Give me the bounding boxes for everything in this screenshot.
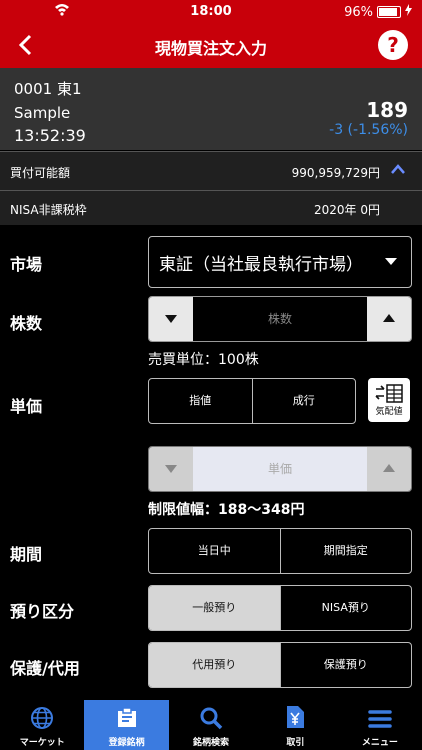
menu-icon xyxy=(338,700,422,730)
stock-name: Sample xyxy=(14,104,71,122)
buying-power-row[interactable]: 買付可能額 990,959,729円 xyxy=(0,151,422,190)
protect-label: 保護/代用 xyxy=(10,659,80,678)
tab-label: メニュー xyxy=(361,738,398,748)
stock-price: 189 xyxy=(366,98,408,122)
nisa-row: NISA非課税枠 2020年 0円 xyxy=(0,190,422,225)
chevron-up-icon[interactable] xyxy=(390,163,406,178)
period-specify-option[interactable]: 期間指定 xyxy=(279,529,412,573)
tab-label: 取引 xyxy=(286,738,305,748)
shares-decrement-button[interactable] xyxy=(149,297,193,341)
quote-board-button[interactable]: 気配値 xyxy=(368,378,410,422)
custody-nisa-option[interactable]: NISA預り xyxy=(279,586,412,630)
nisa-label: NISA非課税枠 xyxy=(10,203,87,217)
stock-quote-panel: 0001 東1 Sample 13:52:39 189 -3 (-1.56%) xyxy=(0,68,422,150)
protect-substitute-option[interactable]: 代用預り xyxy=(149,643,280,687)
period-label: 期間 xyxy=(10,545,43,564)
clipboard-icon xyxy=(84,700,168,730)
triangle-up-icon xyxy=(383,314,395,322)
triangle-down-icon xyxy=(165,315,177,323)
nisa-value: 2020年 0円 xyxy=(314,203,380,217)
stock-code: 0001 東1 xyxy=(14,80,82,98)
limit-order-option[interactable]: 指値 xyxy=(149,379,252,423)
price-increment-button[interactable] xyxy=(367,447,411,491)
battery-percent: 96% xyxy=(344,4,373,20)
custody-general-option[interactable]: 一般預り xyxy=(149,586,280,630)
buying-power-label: 買付可能額 xyxy=(10,166,71,180)
shares-label: 株数 xyxy=(10,314,43,333)
quote-time: 13:52:39 xyxy=(14,126,86,145)
tab-trade[interactable]: 取引 xyxy=(253,700,337,750)
tab-label: 登録銘柄 xyxy=(108,738,145,748)
trade-unit-note: 売買単位：100株 xyxy=(148,352,259,368)
search-icon xyxy=(169,700,253,730)
market-order-option[interactable]: 成行 xyxy=(251,379,356,423)
tab-search[interactable]: 銘柄検索 xyxy=(169,700,253,750)
market-value: 東証（当社最良執行市場） xyxy=(159,255,363,275)
quote-board-icon xyxy=(368,384,410,404)
triangle-up-icon xyxy=(383,464,395,472)
custody-label: 預り区分 xyxy=(10,602,75,621)
tab-label: 銘柄検索 xyxy=(193,738,230,748)
price-decrement-button[interactable] xyxy=(149,447,193,491)
help-button[interactable]: ? xyxy=(378,30,408,60)
triangle-down-icon xyxy=(165,465,177,473)
tab-menu[interactable]: メニュー xyxy=(338,700,422,750)
battery-icon xyxy=(377,6,401,18)
tab-label: マーケット xyxy=(19,738,65,748)
charging-icon xyxy=(405,4,412,20)
price-type-toggle: 指値 成行 xyxy=(148,378,356,424)
price-stepper: 単価 xyxy=(148,446,412,492)
protect-safekeeping-option[interactable]: 保護預り xyxy=(279,643,412,687)
battery-indicator: 96% xyxy=(344,4,412,20)
quote-board-label: 気配値 xyxy=(375,407,403,417)
buying-power-value: 990,959,729円 xyxy=(291,166,380,180)
custody-toggle: 一般預り NISA預り xyxy=(148,585,412,631)
market-label: 市場 xyxy=(10,255,43,274)
nav-bar: 現物買注文入力 ? xyxy=(0,22,422,68)
period-today-option[interactable]: 当日中 xyxy=(149,529,280,573)
price-label: 単価 xyxy=(10,397,43,416)
period-toggle: 当日中 期間指定 xyxy=(148,528,412,574)
caret-down-icon xyxy=(385,258,397,265)
protect-toggle: 代用預り 保護預り xyxy=(148,642,412,688)
tab-bar: マーケット 登録銘柄 銘柄検索 取引 メニュー xyxy=(0,700,422,750)
tab-market[interactable]: マーケット xyxy=(0,700,84,750)
market-select[interactable]: 東証（当社最良執行市場） xyxy=(148,236,412,288)
price-change: -3 (-1.56%) xyxy=(329,122,408,138)
shares-increment-button[interactable] xyxy=(367,297,411,341)
yen-document-icon xyxy=(253,700,337,730)
page-title: 現物買注文入力 xyxy=(154,39,267,58)
tab-watchlist[interactable]: 登録銘柄 xyxy=(84,700,169,750)
globe-icon xyxy=(0,700,84,730)
price-input[interactable]: 単価 xyxy=(193,447,367,491)
status-bar: 18:00 96% xyxy=(0,0,422,22)
shares-input[interactable]: 株数 xyxy=(193,297,367,341)
price-limit-note: 制限値幅：188〜348円 xyxy=(148,502,305,518)
shares-stepper: 株数 xyxy=(148,296,412,342)
